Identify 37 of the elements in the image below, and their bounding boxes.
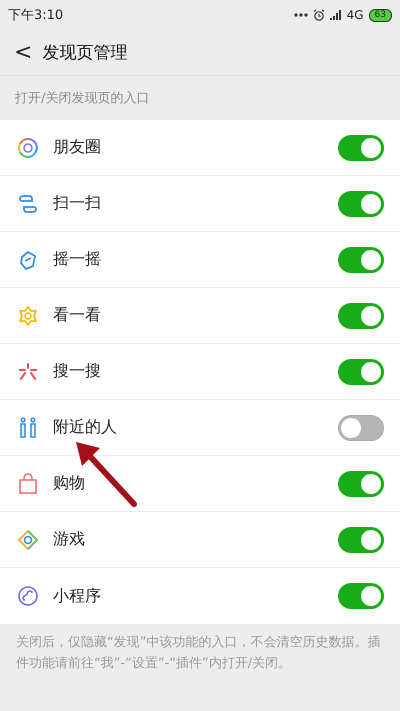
entry-label: 扫一扫	[53, 193, 102, 214]
entry-label: 看一看	[53, 305, 102, 326]
entry-label: 搜一搜	[53, 361, 102, 382]
toggle-switch[interactable]	[338, 190, 384, 216]
aperture-icon	[17, 136, 39, 158]
back-button[interactable]: <	[0, 40, 42, 65]
status-time: 下午3:10	[8, 7, 64, 24]
shake-icon	[17, 248, 39, 270]
toggle-switch[interactable]	[338, 526, 384, 552]
entry-label: 朋友圈	[53, 137, 102, 158]
alarm-clock-icon	[312, 9, 325, 21]
toggle-switch[interactable]	[338, 358, 384, 384]
toggle-switch[interactable]	[338, 134, 384, 160]
signal-icon	[330, 10, 342, 20]
toggle-switch[interactable]	[338, 583, 384, 609]
section-label: 打开/关闭发现页的入口	[14, 90, 150, 108]
toggle-switch[interactable]	[338, 302, 384, 328]
footer-note: 关闭后，仅隐藏“发现”中该功能的入口，不会清空历史数据。插件功能请前往“我”-“设置”-“插件”内打开/关闭。	[15, 634, 382, 673]
entry-label: 摇一摇	[53, 249, 102, 270]
diamond-icon	[17, 528, 39, 550]
network-type: 4G	[346, 8, 364, 22]
burst-icon	[17, 360, 39, 382]
toggle-switch[interactable]	[338, 246, 384, 272]
entry-label: 附近的人	[53, 417, 118, 438]
toggle-switch[interactable]	[338, 414, 384, 440]
scan-icon	[17, 192, 39, 214]
entry-label: 小程序	[53, 586, 102, 606]
entry-label: 游戏	[53, 529, 86, 550]
link-circle-icon	[17, 585, 39, 607]
two-people-icon	[17, 416, 39, 438]
toggle-switch[interactable]	[338, 470, 384, 496]
more-dots-icon	[294, 13, 308, 17]
page-title: 发现页管理	[42, 42, 128, 64]
entry-label: 购物	[53, 473, 86, 494]
shopping-bag-icon	[17, 472, 39, 494]
battery-indicator: 63	[368, 8, 392, 22]
star-flower-icon	[17, 304, 39, 326]
